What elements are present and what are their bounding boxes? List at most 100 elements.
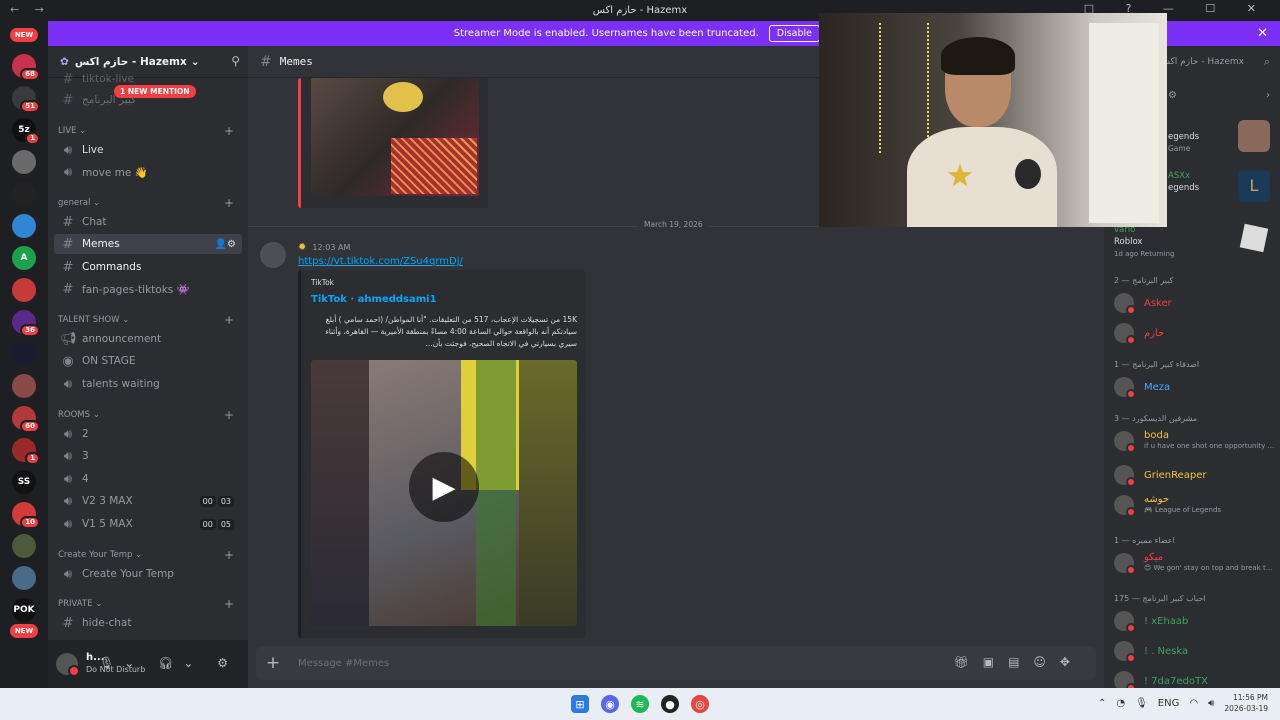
channel-hide-chat[interactable]: # hide-chat	[54, 613, 242, 633]
composer-tools[interactable]: 🎁︎▣▤☺✥	[954, 655, 1084, 669]
category-general[interactable]: general ⌄ +	[58, 196, 238, 210]
server-icon[interactable]: 5z 1	[12, 118, 40, 145]
discord-icon[interactable]: ◉	[601, 695, 619, 713]
member-name: ! 7da7edoTX	[1144, 675, 1208, 687]
windows-start-icon[interactable]: ⊞	[571, 695, 589, 713]
embed-title[interactable]: TikTok · ahmeddsami1	[311, 294, 437, 305]
voice-channel-3[interactable]: 🔊︎ 3	[54, 446, 242, 466]
add-channel-icon[interactable]: +	[224, 548, 234, 562]
settings-icon[interactable]: ⚙	[1168, 90, 1177, 101]
stage-icon: ◉	[62, 353, 74, 369]
mic-icon[interactable]: 🎙︎	[1135, 698, 1148, 709]
category-talent[interactable]: TALENT SHOW ⌄ +	[58, 313, 238, 327]
nav-arrows[interactable]: ← →	[10, 3, 50, 16]
server-icon[interactable]: POK	[12, 598, 36, 622]
member-item[interactable]: حوشه 🎮 League of Legends	[1114, 492, 1274, 518]
server-icon[interactable]: 60	[12, 406, 40, 433]
member-name-block: حوشه 🎮 League of Legends	[1144, 494, 1221, 516]
hash-icon: #	[62, 92, 74, 108]
add-channel-icon[interactable]: +	[224, 124, 234, 138]
close-icon[interactable]: ✕	[1257, 26, 1268, 41]
obs-icon[interactable]: ●	[661, 695, 679, 713]
category-private[interactable]: PRIVATE ⌄ +	[58, 597, 238, 611]
member-item[interactable]: GrienReaper	[1114, 462, 1274, 488]
clock[interactable]: 11:56 PM 2026-03-19	[1224, 692, 1268, 714]
voice-controls[interactable]: 🎙︎⌄ 🎧︎⌄ ⚙	[99, 656, 238, 670]
server-icon[interactable]	[12, 566, 36, 590]
previous-image-attachment[interactable]	[298, 78, 488, 208]
avatar[interactable]	[260, 242, 286, 268]
activity-card[interactable]: vario Roblox 1d ago Returning	[1114, 224, 1174, 260]
volume-icon[interactable]: 🔊︎	[1208, 698, 1214, 709]
server-icon[interactable]: SS	[12, 470, 36, 494]
new-mention-pill[interactable]: 1 NEW MENTION	[114, 85, 196, 98]
member-item[interactable]: Asker	[1114, 290, 1274, 316]
member-name-block: ! 7da7edoTX	[1144, 676, 1208, 687]
server-icon[interactable]: A	[12, 246, 36, 270]
server-icon[interactable]	[12, 182, 36, 206]
voice-channel-v2-3-max[interactable]: 🔊︎ V2 3 MAX 00 03	[54, 491, 242, 511]
category-rooms[interactable]: ROOMS ⌄ +	[58, 408, 238, 422]
message-input[interactable]: Message #Memes	[298, 658, 389, 669]
chevron-right-icon[interactable]: ›	[1266, 90, 1270, 101]
server-icon[interactable]	[12, 534, 36, 558]
message-composer[interactable]: + Message #Memes 🎁︎▣▤☺✥	[256, 646, 1096, 680]
play-icon[interactable]: ▶	[409, 452, 479, 522]
megaphone-icon: 📢︎	[60, 331, 77, 347]
member-item[interactable]: ميكو 😊 We gon' stay on top and break t...	[1114, 550, 1274, 576]
server-icon[interactable]	[12, 214, 36, 238]
embed-provider: TikTok	[311, 278, 335, 287]
user-count: 00 03	[198, 495, 234, 507]
add-channel-icon[interactable]: +	[224, 196, 234, 210]
channel-memes[interactable]: # Memes 👤⚙	[54, 234, 242, 254]
voice-channel-v1-5-max[interactable]: 🔊︎ V1 5 MAX 00 05	[54, 514, 242, 534]
channel-chat[interactable]: # Chat	[54, 212, 242, 232]
category-temp[interactable]: Create Your Temp ⌄ +	[58, 548, 238, 562]
disable-button[interactable]: Disable	[768, 25, 820, 42]
voice-channel-live[interactable]: 🔊︎ Live	[54, 140, 242, 160]
channel-commands[interactable]: # Commands	[54, 257, 242, 277]
voice-channel-move-me[interactable]: 🔊︎ move me 👋	[54, 162, 242, 182]
invite-icon[interactable]: ⚲	[231, 54, 240, 68]
voice-channel-2[interactable]: 🔊︎ 2	[54, 424, 242, 444]
language-indicator[interactable]: ENG	[1158, 698, 1180, 709]
member-item[interactable]: حازم	[1114, 320, 1274, 346]
settings-icon[interactable]: 👤⚙	[215, 239, 236, 250]
channel-fan-pages[interactable]: # fan-pages-tiktoks 👾	[54, 279, 242, 299]
channel-talents-waiting[interactable]: 🔊︎ talents waiting	[54, 374, 242, 394]
server-icon[interactable]: 1	[12, 438, 40, 465]
channel-announcement[interactable]: 📢︎ announcement	[54, 329, 242, 349]
server-icon[interactable]	[12, 342, 36, 366]
avatar[interactable]	[56, 653, 80, 677]
server-icon[interactable]	[12, 150, 36, 174]
server-icon[interactable]: 10	[12, 502, 40, 529]
voice-channel-4[interactable]: 🔊︎ 4	[54, 469, 242, 489]
add-channel-icon[interactable]: +	[224, 597, 234, 611]
server-icon[interactable]: 51	[12, 86, 40, 113]
member-item[interactable]: Meza	[1114, 374, 1274, 400]
add-channel-icon[interactable]: +	[224, 408, 234, 422]
activity-card[interactable]: egends Game	[1168, 132, 1199, 154]
avatar	[1114, 465, 1136, 487]
server-icon[interactable]	[12, 278, 36, 302]
network-icon[interactable]: ◔	[1116, 698, 1125, 709]
voice-channel-create-temp[interactable]: 🔊︎ Create Your Temp	[54, 564, 242, 584]
server-icon[interactable]	[12, 374, 36, 398]
search-icon[interactable]: ⌕	[1264, 55, 1270, 69]
member-item[interactable]: ! . Neska	[1114, 638, 1274, 664]
activity-card[interactable]: ASXx egends	[1168, 170, 1199, 194]
server-icon[interactable]: 68	[12, 54, 40, 81]
category-live[interactable]: LIVE ⌄ +	[58, 124, 238, 138]
add-attachment-icon[interactable]: +	[256, 653, 290, 673]
member-item[interactable]: boda if u have one shot one opportunity .…	[1114, 428, 1274, 454]
video-thumbnail[interactable]: ▶	[311, 360, 577, 626]
channel-on-stage[interactable]: ◉ ON STAGE	[54, 351, 242, 371]
chrome-icon[interactable]: ◎	[691, 695, 709, 713]
member-item[interactable]: ! xEhaab	[1114, 608, 1274, 634]
spotify-icon[interactable]: ≋	[631, 695, 649, 713]
server-icon[interactable]: 36	[12, 310, 40, 337]
chevron-up-icon[interactable]: ⌃	[1098, 698, 1106, 709]
wifi-icon[interactable]: ◠	[1189, 698, 1198, 709]
message-link[interactable]: https://vt.tiktok.com/ZSu4qrmDj/	[298, 256, 463, 267]
add-channel-icon[interactable]: +	[224, 313, 234, 327]
